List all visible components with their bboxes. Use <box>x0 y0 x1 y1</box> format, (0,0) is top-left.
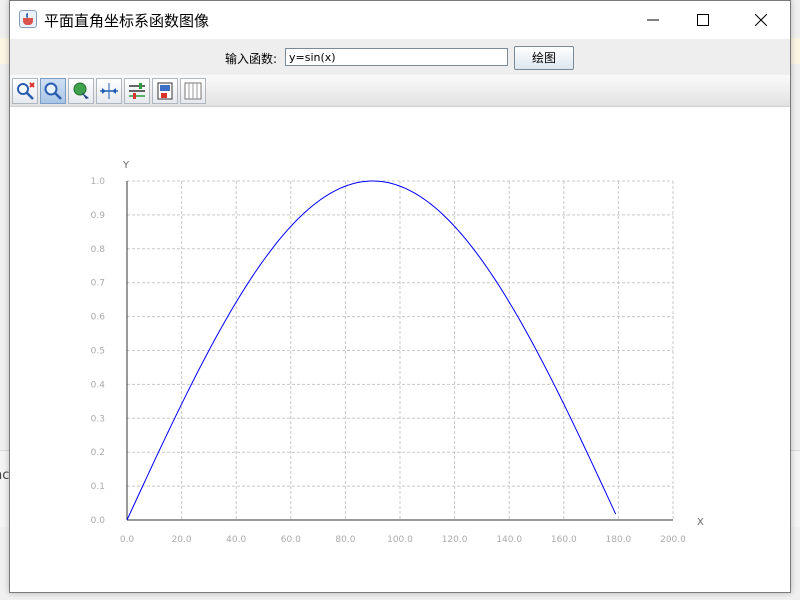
pan-button[interactable] <box>68 78 94 104</box>
fit-button[interactable] <box>96 78 122 104</box>
zoom-button[interactable] <box>40 78 66 104</box>
y-tick-label: 0.7 <box>91 279 105 289</box>
save-image-icon <box>157 82 173 100</box>
function-input-bar: 输入函数: 绘图 <box>10 39 790 75</box>
y-tick-label: 0.2 <box>91 448 105 458</box>
x-tick-label: 160.0 <box>551 535 577 545</box>
x-tick-label: 0.0 <box>120 535 135 545</box>
x-axis-label: X <box>697 517 704 528</box>
y-tick-label: 0.9 <box>91 211 106 221</box>
plot-button[interactable]: 绘图 <box>514 46 574 70</box>
save-image-button[interactable] <box>152 78 178 104</box>
app-window: 平面直角坐标系函数图像 输入函数: 绘图 <box>9 0 791 593</box>
y-tick-label: 0.6 <box>91 313 106 323</box>
y-tick-label: 1.0 <box>91 177 106 187</box>
chart-tick-labels: 0.0 20.0 40.0 60.0 80.0 100.0 120.0 140.0 160.0 1… <box>91 177 686 545</box>
y-tick-label: 0.5 <box>91 347 105 357</box>
x-tick-label: 60.0 <box>281 535 301 545</box>
y-tick-label: 0.3 <box>91 414 105 424</box>
x-tick-label: 140.0 <box>496 535 522 545</box>
function-input[interactable] <box>285 48 508 66</box>
x-tick-label: 200.0 <box>660 535 686 545</box>
adjust-button[interactable] <box>124 78 150 104</box>
y-tick-label: 0.1 <box>91 482 105 492</box>
x-tick-label: 120.0 <box>442 535 468 545</box>
x-tick-label: 100.0 <box>387 535 413 545</box>
close-icon <box>755 14 767 26</box>
function-input-label: 输入函数: <box>225 52 278 66</box>
adjust-icon <box>129 83 145 99</box>
minimize-button[interactable] <box>630 1 676 39</box>
window-title: 平面直角坐标系函数图像 <box>44 12 210 30</box>
pan-icon <box>73 82 89 99</box>
close-button[interactable] <box>738 1 784 39</box>
x-tick-label: 180.0 <box>606 535 632 545</box>
background-window-text: nc <box>0 468 10 483</box>
maximize-button[interactable] <box>680 1 726 39</box>
chart-panel[interactable]: 0.0 20.0 40.0 60.0 80.0 100.0 120.0 140.0 160.0 1… <box>10 107 790 592</box>
grid-icon <box>184 82 202 100</box>
zoom-reset-button[interactable] <box>12 78 38 104</box>
x-tick-label: 20.0 <box>172 535 192 545</box>
x-tick-label: 40.0 <box>226 535 246 545</box>
y-axis-label: Y <box>122 160 130 171</box>
y-tick-label: 0.0 <box>91 516 106 526</box>
zoom-icon <box>44 82 62 100</box>
zoom-reset-icon <box>17 82 35 100</box>
java-app-icon <box>19 10 37 28</box>
grid-button[interactable] <box>180 78 206 104</box>
minimize-icon <box>647 19 659 21</box>
x-tick-label: 80.0 <box>335 535 355 545</box>
fit-icon <box>100 83 118 99</box>
title-bar[interactable]: 平面直角坐标系函数图像 <box>10 1 790 39</box>
function-chart[interactable]: 0.0 20.0 40.0 60.0 80.0 100.0 120.0 140.0 160.0 1… <box>10 107 790 592</box>
y-tick-label: 0.4 <box>91 380 106 390</box>
maximize-icon <box>697 14 709 26</box>
chart-toolbar <box>10 75 790 107</box>
y-tick-label: 0.8 <box>91 245 106 255</box>
